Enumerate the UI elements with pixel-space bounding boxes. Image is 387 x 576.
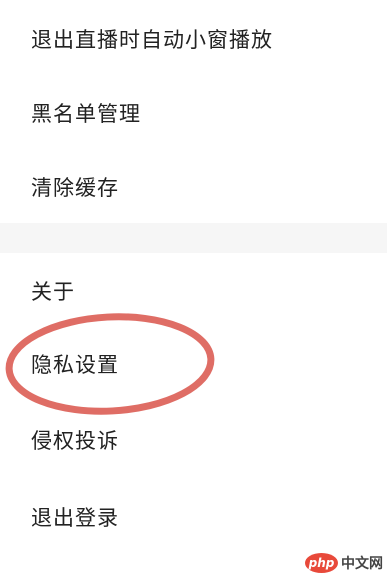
section-divider <box>0 223 387 253</box>
menu-item-infringement-complaint[interactable]: 侵权投诉 <box>0 403 387 477</box>
site-watermark: php 中文网 <box>295 549 387 576</box>
menu-item-label: 黑名单管理 <box>31 102 141 126</box>
menu-item-clear-cache[interactable]: 清除缓存 <box>0 150 387 224</box>
menu-item-label: 清除缓存 <box>31 176 119 200</box>
menu-item-blacklist[interactable]: 黑名单管理 <box>0 76 387 150</box>
menu-item-privacy-settings[interactable]: 隐私设置 <box>0 327 387 401</box>
menu-item-auto-mini-window[interactable]: 退出直播时自动小窗播放 <box>0 2 387 76</box>
menu-item-label: 侵权投诉 <box>31 429 119 453</box>
menu-item-label: 关于 <box>31 280 75 304</box>
php-logo-icon: php <box>305 552 338 573</box>
menu-item-label: 退出登录 <box>31 506 119 530</box>
menu-item-label: 退出直播时自动小窗播放 <box>31 28 273 52</box>
menu-item-about[interactable]: 关于 <box>0 254 387 328</box>
menu-item-label: 隐私设置 <box>31 353 119 377</box>
watermark-text: 中文网 <box>341 555 383 572</box>
menu-item-logout[interactable]: 退出登录 <box>0 480 387 554</box>
